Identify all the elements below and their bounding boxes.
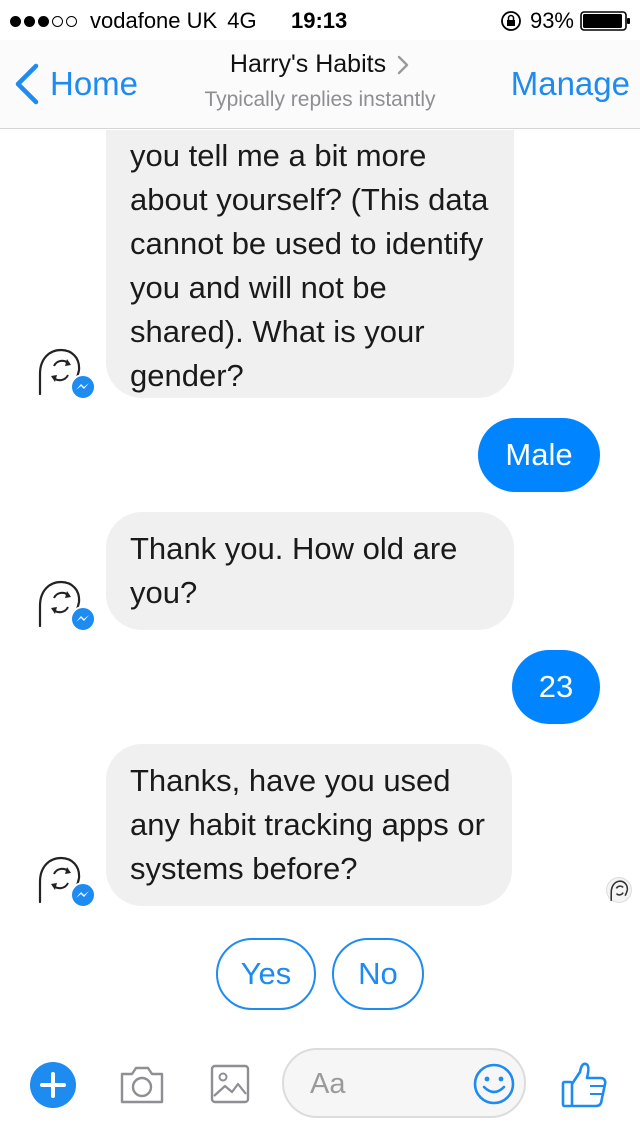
- page-title: Harry's Habits: [229, 50, 387, 78]
- bot-avatar[interactable]: [34, 852, 96, 910]
- messenger-bolt-icon: [70, 606, 96, 632]
- message-thread[interactable]: you tell me a bit more about yourself? (…: [0, 130, 640, 1036]
- orientation-lock-icon: [501, 11, 521, 31]
- image-icon[interactable]: [210, 1064, 250, 1104]
- manage-button[interactable]: Manage: [511, 65, 630, 103]
- incoming-message[interactable]: Thanks, have you used any habit tracking…: [106, 744, 512, 906]
- message-input-container[interactable]: [282, 1048, 526, 1118]
- smiley-icon[interactable]: [472, 1062, 516, 1106]
- incoming-message[interactable]: Thank you. How old are you?: [106, 512, 514, 630]
- outgoing-message[interactable]: 23: [512, 650, 600, 724]
- outgoing-message[interactable]: Male: [478, 418, 600, 492]
- seen-receipt-avatar-icon: [606, 877, 632, 903]
- quick-reply-label: Yes: [240, 956, 292, 991]
- message-text: 23: [538, 669, 574, 704]
- carrier-name: vodafone UK: [90, 8, 218, 33]
- message-text: Thanks, have you used any habit tracking…: [130, 763, 485, 886]
- battery-icon: [580, 11, 630, 31]
- message-input[interactable]: [310, 1064, 460, 1104]
- message-text: you tell me a bit more about yourself? (…: [130, 138, 489, 393]
- quick-reply-label: No: [358, 956, 398, 991]
- plus-button[interactable]: [30, 1062, 76, 1108]
- navigation-bar: Home Harry's Habits Typically replies in…: [0, 40, 640, 129]
- battery-percent: 93%: [529, 8, 574, 33]
- signal-strength-icon: [10, 15, 80, 27]
- message-text: Male: [505, 437, 573, 472]
- message-text: Thank you. How old are you?: [130, 531, 458, 610]
- incoming-message[interactable]: you tell me a bit more about yourself? (…: [106, 130, 514, 398]
- plus-icon: [40, 1072, 66, 1098]
- thumbs-up-icon[interactable]: [560, 1060, 608, 1110]
- chevron-right-icon: [397, 55, 409, 74]
- bot-avatar[interactable]: [34, 344, 96, 402]
- messenger-bolt-icon: [70, 374, 96, 400]
- composer-bar: [0, 1036, 640, 1136]
- bot-avatar[interactable]: [34, 576, 96, 634]
- camera-icon[interactable]: [118, 1062, 166, 1106]
- quick-reply-yes[interactable]: Yes: [216, 938, 316, 1010]
- status-time: 19:13: [291, 8, 348, 33]
- quick-reply-no[interactable]: No: [332, 938, 424, 1010]
- network-type: 4G: [227, 8, 257, 33]
- status-bar: vodafone UK 4G 19:13 93%: [0, 0, 640, 40]
- messenger-bolt-icon: [70, 882, 96, 908]
